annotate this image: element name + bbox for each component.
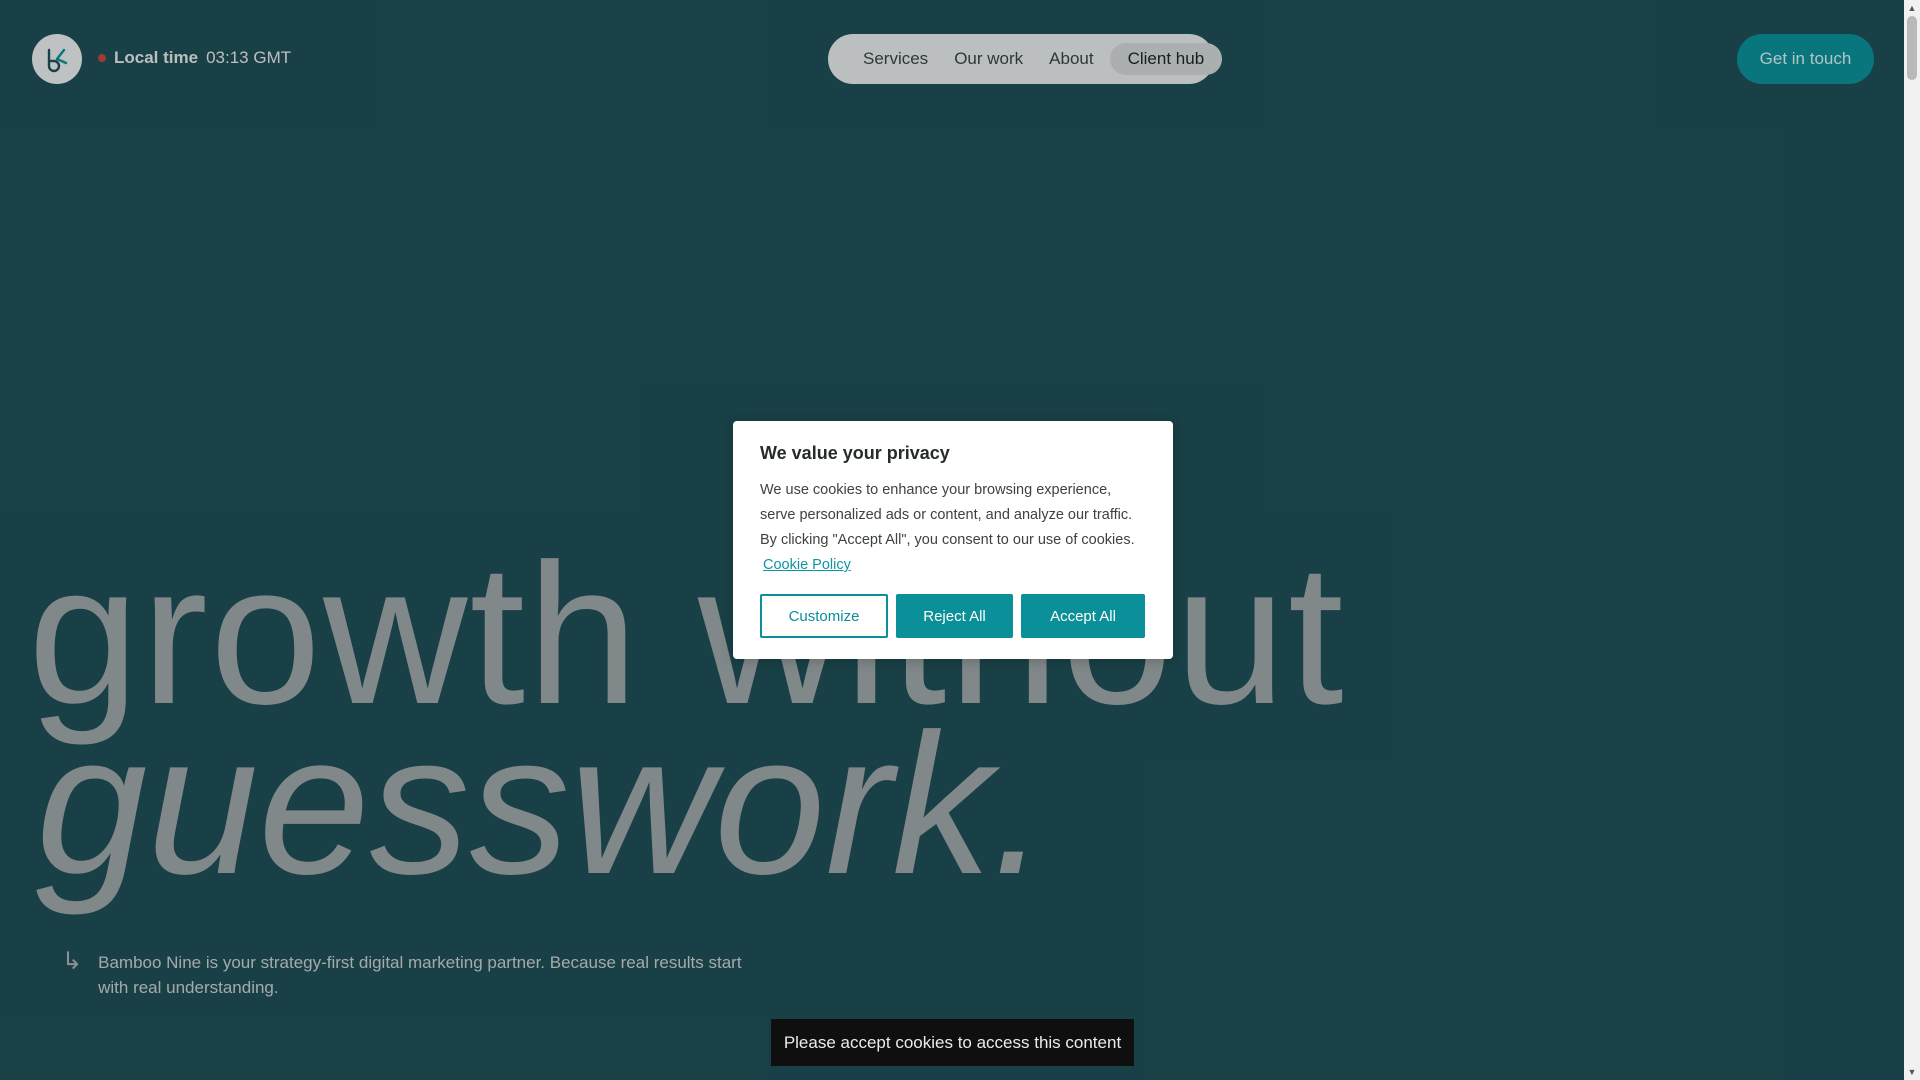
- reject-all-button[interactable]: Reject All: [896, 594, 1013, 638]
- cookie-consent-modal: We value your privacy We use cookies to …: [733, 421, 1173, 659]
- cookie-policy-link[interactable]: Cookie Policy: [763, 557, 851, 573]
- local-time-value: 03:13 GMT: [206, 48, 292, 67]
- bamboo-nine-logo[interactable]: [32, 34, 82, 84]
- page: Local time 03:13 GMT Services Our work A…: [0, 0, 1920, 1080]
- cookie-modal-text: We use cookies to enhance your browsing …: [760, 482, 1135, 548]
- cookie-modal-buttons: Customize Reject All Accept All: [760, 594, 1146, 638]
- local-time: Local time 03:13 GMT: [98, 48, 291, 68]
- scrollbar-thumb[interactable]: [1907, 16, 1917, 80]
- scroll-up-icon[interactable]: ▲: [1904, 0, 1920, 16]
- cookie-required-notice: Please accept cookies to access this con…: [771, 1019, 1134, 1066]
- status-dot-icon: [98, 54, 106, 62]
- customize-button[interactable]: Customize: [760, 594, 888, 638]
- logo-icon: [47, 48, 68, 73]
- nav-about[interactable]: About: [1049, 49, 1093, 69]
- intro-block: ↳ Bamboo Nine is your strategy-first dig…: [62, 950, 742, 1000]
- nav-our-work[interactable]: Our work: [954, 49, 1023, 69]
- arrow-down-right-icon: ↳: [62, 948, 83, 975]
- intro-text: Bamboo Nine is your strategy-first digit…: [98, 953, 742, 997]
- main-nav: Services Our work About Client hub: [828, 34, 1223, 84]
- nav-client-hub[interactable]: Client hub: [1109, 43, 1223, 75]
- scroll-down-icon[interactable]: ▼: [1904, 1064, 1920, 1080]
- vertical-scrollbar[interactable]: ▲ ▼: [1904, 0, 1920, 1080]
- local-time-label: Local time: [114, 48, 199, 67]
- cookie-modal-body: We use cookies to enhance your browsing …: [760, 478, 1146, 578]
- nav-services[interactable]: Services: [863, 49, 928, 69]
- cookie-modal-title: We value your privacy: [760, 443, 950, 463]
- hero-headline-line2: guesswork.: [36, 693, 1048, 916]
- accept-all-button[interactable]: Accept All: [1021, 594, 1145, 638]
- get-in-touch-button[interactable]: Get in touch: [1737, 34, 1874, 84]
